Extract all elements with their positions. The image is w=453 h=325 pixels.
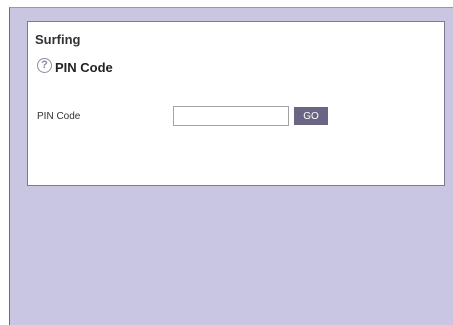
section-title: PIN Code [55,60,113,75]
help-question-icon[interactable]: ? [37,58,52,73]
section-header: ? PIN Code [37,58,113,75]
content-frame: Surfing ? PIN Code PIN Code GO [9,7,453,325]
pin-code-label: PIN Code [37,111,81,122]
pin-code-input[interactable] [173,106,289,126]
panel-title: Surfing [35,32,81,47]
surfing-panel: Surfing ? PIN Code PIN Code GO [27,21,445,186]
go-button[interactable]: GO [294,107,328,125]
